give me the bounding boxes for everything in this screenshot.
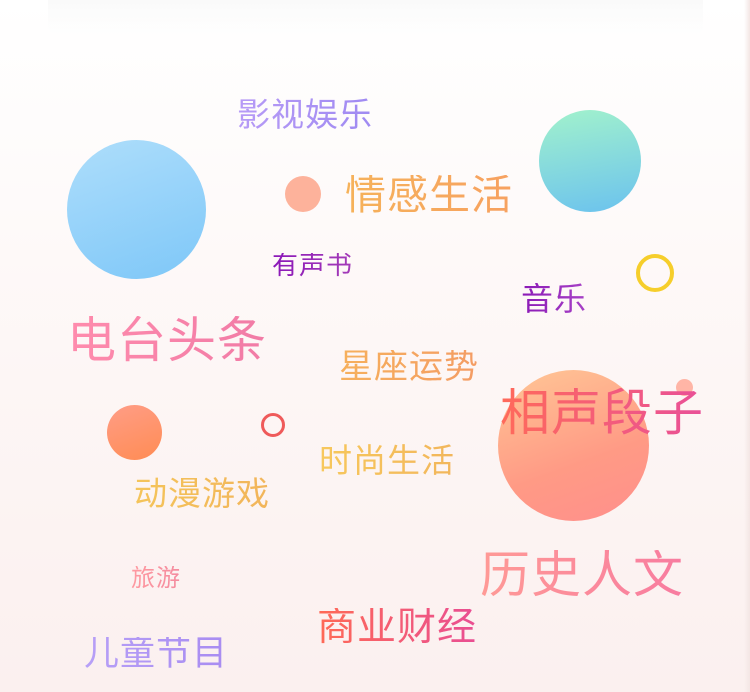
red-ring-decoration bbox=[261, 413, 285, 437]
yellow-ring-decoration bbox=[636, 254, 674, 292]
category-emotion[interactable]: 情感生活 bbox=[345, 175, 513, 216]
category-travel[interactable]: 旅游 bbox=[131, 566, 181, 590]
category-fashion[interactable]: 时尚生活 bbox=[319, 444, 455, 477]
category-history[interactable]: 历史人文 bbox=[480, 550, 684, 600]
category-radio[interactable]: 电台头条 bbox=[67, 316, 267, 365]
orange-bubble-decoration bbox=[107, 405, 162, 460]
blue-bubble-decoration bbox=[67, 140, 206, 279]
category-bubble-cloud: 影视娱乐 情感生活 有声书 音乐 电台头条 星座运势 相声段子 时尚生活 动漫游… bbox=[0, 0, 750, 692]
right-edge-shadow bbox=[744, 0, 750, 692]
category-audiobook[interactable]: 有声书 bbox=[272, 253, 353, 279]
top-fade-band bbox=[48, 0, 703, 34]
category-business[interactable]: 商业财经 bbox=[317, 608, 477, 647]
category-crosstalk[interactable]: 相声段子 bbox=[500, 388, 704, 438]
salmon-dot-decoration bbox=[285, 176, 321, 212]
category-anime[interactable]: 动漫游戏 bbox=[134, 477, 270, 510]
category-film[interactable]: 影视娱乐 bbox=[237, 98, 373, 131]
category-horoscope[interactable]: 星座运势 bbox=[339, 350, 479, 384]
teal-bubble-decoration bbox=[539, 110, 641, 212]
category-kids[interactable]: 儿童节目 bbox=[84, 637, 228, 672]
category-music[interactable]: 音乐 bbox=[521, 283, 587, 315]
